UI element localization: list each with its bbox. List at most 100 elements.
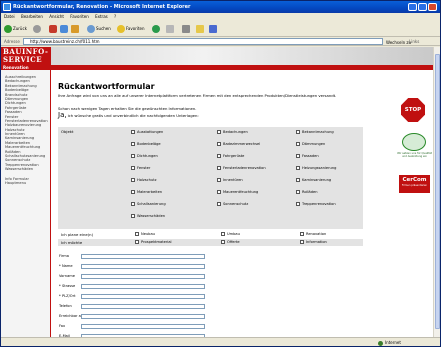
form-field-row: * Name <box>58 263 363 270</box>
form-input[interactable] <box>81 294 205 299</box>
quality-emblem-icon <box>402 133 426 151</box>
stop-icon <box>49 25 57 33</box>
topic-checkbox[interactable]: Mauerentfeuchtung <box>217 190 258 195</box>
maximize-button[interactable] <box>418 3 427 11</box>
topic-checkbox[interactable]: Holzschutz <box>131 178 157 183</box>
form-input[interactable] <box>81 274 205 279</box>
globe-icon <box>378 340 383 346</box>
messenger-button[interactable] <box>209 24 218 34</box>
topic-checkbox[interactable]: Bodenbeläge <box>131 142 161 147</box>
page-content: BAUINFO- SERVICE Renovation Ausschreibung… <box>1 47 433 337</box>
address-input[interactable]: http://www.baustreinz.ch/f011.htm <box>23 38 383 45</box>
form-field-row: Fax <box>58 323 363 330</box>
search-icon <box>87 25 95 33</box>
address-label: Adresse <box>4 39 20 44</box>
folder-button[interactable] <box>196 24 205 34</box>
form-input[interactable] <box>81 284 205 289</box>
checkbox-prospektmaterial[interactable]: Prospektmaterial <box>135 240 172 245</box>
scrollbar-thumb[interactable] <box>435 54 440 329</box>
topic-checkbox[interactable]: Fensterladenrenovation <box>217 166 266 171</box>
topic-checkbox[interactable]: Wasserschäden <box>131 214 165 219</box>
form-field-row: Telefon <box>58 303 363 310</box>
refresh-icon <box>60 25 68 33</box>
window-title: Rückantwortformular, Renovation - Micros… <box>13 4 191 10</box>
minimize-button[interactable] <box>408 3 417 11</box>
status-zone: Internet <box>378 338 401 346</box>
topic-checkbox[interactable]: Bedachungen <box>217 130 248 135</box>
cercom-subtitle: Firmen präsentieren <box>401 184 428 187</box>
form-input[interactable] <box>81 314 205 319</box>
plan-row: Ich plane eine(n) Neubau Umbau Renovatio… <box>58 231 363 238</box>
back-button[interactable]: Zurück <box>4 24 27 34</box>
intro-text: Ihre Anfrage wird von uns an alle auf un… <box>58 93 337 98</box>
topic-checkbox[interactable]: Badezimmerwechsel <box>217 142 260 147</box>
home-button[interactable] <box>71 24 80 34</box>
topic-checkbox[interactable]: Rolläden <box>296 190 318 195</box>
print-button[interactable] <box>182 24 191 34</box>
links-button[interactable]: Links <box>409 37 419 46</box>
title-bar: Rückantwortformular, Renovation - Micros… <box>1 1 440 13</box>
topic-checkbox[interactable]: Sonnenschutz <box>217 202 248 207</box>
topic-checkbox[interactable]: Innentüren <box>217 178 243 183</box>
form-field-row: Erreichbar am <box>58 313 363 320</box>
sidebar: Ausschreibungen Bedachungen Bekanntmachung… <box>1 70 51 337</box>
topic-checkbox[interactable]: Dämmungen <box>296 142 325 147</box>
topic-checkbox[interactable]: Malerarbeiten <box>131 190 162 195</box>
form-input[interactable] <box>81 324 205 329</box>
menu-bearbeiten[interactable]: Bearbeiten <box>21 14 43 19</box>
topic-checkbox[interactable]: Heizungssanierung <box>296 166 336 171</box>
topics-label: Objekt <box>61 129 74 134</box>
topic-checkbox[interactable]: Fenster <box>131 166 150 171</box>
menu-datei[interactable]: Datei <box>4 14 15 19</box>
topic-checkbox[interactable]: Bekanntmachung <box>296 130 334 135</box>
star-icon <box>117 25 125 33</box>
topic-checkbox[interactable]: Dichtungen <box>131 154 158 159</box>
topic-checkbox[interactable]: Treppenrenovation <box>296 202 336 207</box>
search-button[interactable]: Suchen <box>87 24 111 34</box>
menu-extras[interactable]: Extras <box>95 14 108 19</box>
form-input[interactable] <box>81 254 205 259</box>
wish-label: Ich möchte <box>61 240 83 245</box>
go-button[interactable]: Wechseln zu <box>386 38 411 47</box>
print-icon <box>182 25 190 33</box>
topic-checkbox[interactable]: Kaminsanierung <box>296 178 331 183</box>
field-label: Firma <box>59 254 69 258</box>
form-input[interactable] <box>81 264 205 269</box>
checkbox-umbau[interactable]: Umbau <box>221 232 240 237</box>
forward-button[interactable] <box>33 24 42 34</box>
form-field-row: * Strasse <box>58 283 363 290</box>
form-input[interactable] <box>81 304 205 309</box>
page-title: Rückantwortformular <box>58 82 155 91</box>
sidebar-extra-item[interactable]: Hauptmenu <box>1 181 50 185</box>
menu-favoriten[interactable]: Favoriten <box>70 14 89 19</box>
topic-checkbox[interactable]: Fahrgerüste <box>217 154 244 159</box>
main-content: Rückantwortformular Ihre Anfrage wird vo… <box>54 70 366 337</box>
right-column: STOP Wir setzen uns für Qualität und Aus… <box>396 70 433 337</box>
field-label: Vorname <box>59 274 75 278</box>
field-label: * PLZ/Ort <box>59 294 76 298</box>
vertical-scrollbar[interactable] <box>433 47 440 337</box>
field-label: Telefon <box>59 304 72 308</box>
stop-sign-icon[interactable]: STOP <box>401 98 425 122</box>
refresh-button[interactable] <box>60 24 69 34</box>
mail-button[interactable] <box>166 24 175 34</box>
checkbox-offerte[interactable]: Offerte <box>221 240 240 245</box>
history-button[interactable] <box>152 24 161 34</box>
mail-icon <box>166 25 174 33</box>
topic-checkbox[interactable]: Fassaden <box>296 154 319 159</box>
field-label: Fax <box>59 324 66 328</box>
checkbox-information[interactable]: Information <box>300 240 327 245</box>
status-bar: Internet <box>1 337 440 346</box>
topic-checkbox[interactable]: Ausstattungen <box>131 130 163 135</box>
form-field-row: Vorname <box>58 273 363 280</box>
favorites-button[interactable]: Favoriten <box>117 24 145 34</box>
topic-checkbox[interactable]: Schallsanierung <box>131 202 166 207</box>
stop-button[interactable] <box>49 24 58 34</box>
menu-help[interactable]: ? <box>114 14 116 19</box>
checkbox-renovation[interactable]: Renovation <box>300 232 326 237</box>
close-button[interactable] <box>428 3 437 11</box>
site-logo[interactable]: BAUINFO- SERVICE <box>1 47 51 65</box>
menu-ansicht[interactable]: Ansicht <box>49 14 64 19</box>
request-heading: Ja,ich wünsche gratis und unverbindlich … <box>58 111 199 119</box>
checkbox-neubau[interactable]: Neubau <box>135 232 155 237</box>
